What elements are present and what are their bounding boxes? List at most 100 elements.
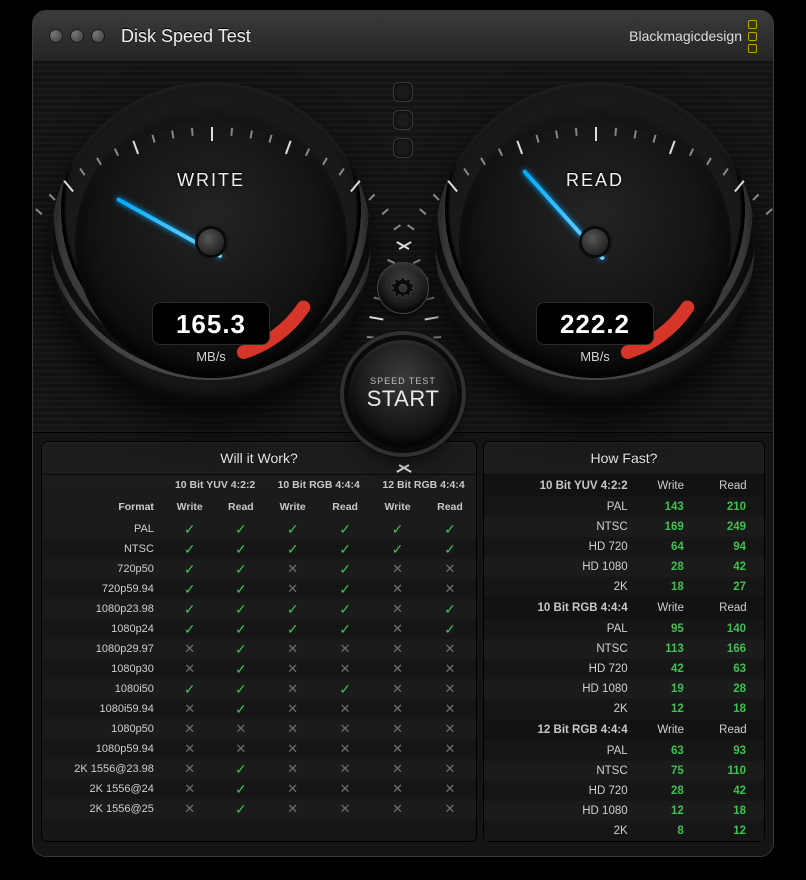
check-icon: ✓ [164, 619, 216, 639]
gauge-write-hub [198, 229, 224, 255]
write-fps: 18 [640, 577, 702, 597]
cross-icon: ✕ [319, 699, 371, 719]
settings-button[interactable] [377, 262, 429, 314]
cross-icon: ✕ [164, 759, 216, 779]
app-title: Disk Speed Test [121, 26, 629, 47]
read-fps: 12 [702, 821, 764, 841]
gauge-write-label: WRITE [51, 170, 371, 191]
hf-group-header: 12 Bit RGB 4:4:4WriteRead [484, 719, 764, 741]
read-fps: 140 [702, 619, 764, 639]
format-label: PAL [42, 519, 164, 539]
write-fps: 63 [640, 741, 702, 761]
titlebar[interactable]: Disk Speed Test Blackmagicdesign [33, 11, 773, 62]
format-label: 1080p24 [42, 619, 164, 639]
close-icon[interactable] [49, 29, 63, 43]
wiw-format-header: Format [42, 497, 164, 519]
check-icon: ✓ [215, 579, 266, 599]
format-label: 2K 1556@25 [42, 799, 164, 819]
table-row: PAL✓✓✓✓✓✓ [42, 519, 476, 539]
cross-icon: ✕ [319, 779, 371, 799]
start-button-label: START [367, 386, 440, 412]
cross-icon: ✕ [319, 639, 371, 659]
table-row: 1080i50✓✓✕✓✕✕ [42, 679, 476, 699]
check-icon: ✓ [164, 559, 216, 579]
cross-icon: ✕ [424, 659, 476, 679]
cross-icon: ✕ [266, 579, 319, 599]
gauge-read: READ 222.2 MB/s [435, 82, 755, 402]
brand-logo-icon [748, 20, 757, 53]
format-label: PAL [484, 619, 640, 639]
read-fps: 27 [702, 577, 764, 597]
format-label: 2K [484, 577, 640, 597]
write-fps: 169 [640, 517, 702, 537]
read-fps: 28 [702, 679, 764, 699]
format-label: 720p59.94 [42, 579, 164, 599]
start-button[interactable]: SPEED TEST START [349, 340, 457, 448]
format-label: 2K 1556@23.98 [42, 759, 164, 779]
format-label: PAL [484, 741, 640, 761]
format-label: 2K [484, 699, 640, 719]
cross-icon: ✕ [371, 619, 424, 639]
check-icon: ✓ [266, 619, 319, 639]
cross-icon: ✕ [266, 679, 319, 699]
read-fps: 42 [702, 557, 764, 577]
cross-icon: ✕ [424, 559, 476, 579]
cross-icon: ✕ [164, 639, 216, 659]
cross-icon: ✕ [371, 579, 424, 599]
write-fps: 12 [640, 801, 702, 821]
cross-icon: ✕ [319, 739, 371, 759]
table-row: 1080p59.94✕✕✕✕✕✕ [42, 739, 476, 759]
check-icon: ✓ [164, 519, 216, 539]
table-row: HD 7206494 [484, 537, 764, 557]
read-fps: 249 [702, 517, 764, 537]
brand: Blackmagicdesign [629, 20, 757, 53]
gauge-read-value: 222.2 [536, 302, 654, 345]
table-row: 2K1218 [484, 699, 764, 719]
cross-icon: ✕ [371, 599, 424, 619]
zoom-icon[interactable] [91, 29, 105, 43]
format-label: 1080i59.94 [42, 699, 164, 719]
table-row: 720p59.94✓✓✕✓✕✕ [42, 579, 476, 599]
cross-icon: ✕ [266, 739, 319, 759]
table-row: NTSC✓✓✓✓✓✓ [42, 539, 476, 559]
check-icon: ✓ [424, 539, 476, 559]
format-label: 1080p59.94 [42, 739, 164, 759]
check-icon: ✓ [266, 599, 319, 619]
check-icon: ✓ [215, 599, 266, 619]
check-icon: ✓ [164, 539, 216, 559]
cross-icon: ✕ [371, 639, 424, 659]
table-row: 1080p30✕✓✕✕✕✕ [42, 659, 476, 679]
format-label: HD 720 [484, 537, 640, 557]
table-row: 2K 1556@24✕✓✕✕✕✕ [42, 779, 476, 799]
how-fast-panel: How Fast? 10 Bit YUV 4:2:2WriteReadPAL14… [483, 441, 765, 842]
write-fps: 64 [640, 537, 702, 557]
check-icon: ✓ [164, 679, 216, 699]
check-icon: ✓ [319, 519, 371, 539]
cross-icon: ✕ [266, 719, 319, 739]
format-label: PAL [484, 497, 640, 517]
format-label: HD 1080 [484, 801, 640, 821]
table-row: 1080p23.98✓✓✓✓✕✓ [42, 599, 476, 619]
format-label: 1080i50 [42, 679, 164, 699]
cross-icon: ✕ [266, 799, 319, 819]
results-area: Will it Work? 10 Bit YUV 4:2:2 10 Bit RG… [33, 433, 773, 856]
minimize-icon[interactable] [70, 29, 84, 43]
format-label: 2K [484, 821, 640, 841]
table-row: PAL6393 [484, 741, 764, 761]
write-fps: 12 [640, 699, 702, 719]
read-fps: 166 [702, 639, 764, 659]
check-icon: ✓ [215, 559, 266, 579]
check-icon: ✓ [424, 599, 476, 619]
cross-icon: ✕ [215, 739, 266, 759]
gauge-write: WRITE 165.3 MB/s [51, 82, 371, 402]
table-row: 2K 1556@25✕✓✕✕✕✕ [42, 799, 476, 819]
wiw-group-0: 10 Bit YUV 4:2:2 [164, 475, 266, 497]
table-row: PAL95140 [484, 619, 764, 639]
cross-icon: ✕ [164, 699, 216, 719]
cross-icon: ✕ [424, 579, 476, 599]
check-icon: ✓ [266, 539, 319, 559]
check-icon: ✓ [215, 659, 266, 679]
format-label: NTSC [484, 517, 640, 537]
gauge-read-label: READ [435, 170, 755, 191]
check-icon: ✓ [215, 619, 266, 639]
